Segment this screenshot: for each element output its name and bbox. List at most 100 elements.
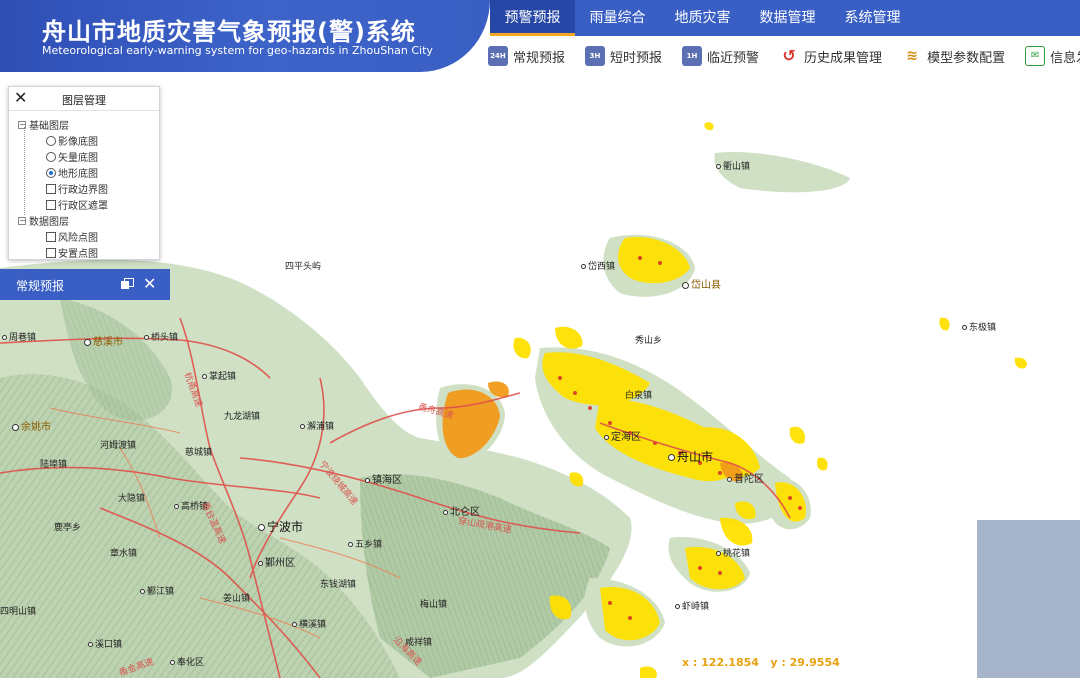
- radio-button[interactable]: [46, 135, 56, 146]
- tree-group-base[interactable]: − 基础图层: [18, 117, 69, 132]
- place-marker-icon: [675, 604, 680, 609]
- place-fenghua: 奉化区: [170, 655, 204, 668]
- place-cixi: 慈溪市: [84, 333, 123, 348]
- place-xiepu: 澥浦镇: [300, 419, 334, 432]
- place-yinzhou: 鄞州区: [258, 554, 295, 569]
- subnav-label: 临近预警: [707, 50, 760, 66]
- subnav-label: 模型参数配置: [927, 50, 1006, 66]
- place-marker-icon: [443, 509, 448, 515]
- place-zhenhai: 镇海区: [365, 471, 402, 486]
- restore-window-icon[interactable]: [121, 278, 134, 290]
- place-jiangshan: 姜山镇: [223, 594, 251, 604]
- app-title: 舟山市地质灾害气象预报(警)系统: [42, 18, 416, 46]
- model-config-icon: ≋: [902, 46, 923, 66]
- main-nav-background: [915, 0, 1080, 36]
- place-marker-icon: [2, 335, 7, 340]
- place-marker-icon: [727, 476, 732, 482]
- place-dinghai: 定海区: [604, 428, 641, 443]
- tab-data-management[interactable]: 数据管理: [745, 0, 830, 36]
- tab-system-management[interactable]: 系统管理: [830, 0, 915, 36]
- subnav-history-results[interactable]: ↺ 历史成果管理: [779, 40, 882, 72]
- place-zhoushan: 舟山市: [668, 448, 713, 465]
- place-sipingtoukou: 四平头屿: [285, 262, 322, 272]
- subnav-routine-forecast[interactable]: 24H 常规预报: [488, 40, 565, 72]
- place-qushan: 衢山镇: [716, 159, 750, 172]
- layer-option-admin-mask[interactable]: 行政区遮罩: [46, 197, 108, 212]
- collapse-icon[interactable]: −: [18, 216, 26, 225]
- layer-option-terrain[interactable]: 地形底图: [46, 165, 98, 180]
- place-cicheng: 慈城镇: [185, 448, 213, 458]
- 1h-clock-icon: 1H: [682, 46, 703, 66]
- 24h-clock-icon: 24H: [488, 46, 508, 66]
- subnav-short-term-forecast[interactable]: 3H 短时预报: [585, 40, 662, 72]
- checkbox[interactable]: [46, 183, 56, 194]
- place-dongji: 东极镇: [962, 320, 996, 333]
- place-marker-icon: [170, 660, 175, 665]
- place-zhangqi: 掌起镇: [202, 369, 236, 382]
- place-baiquan: 白泉镇: [625, 391, 653, 401]
- place-marker-icon: [365, 477, 370, 483]
- place-luting: 陆埠镇: [40, 460, 68, 470]
- subnav-info-send[interactable]: ✉ 信息发送: [1025, 40, 1080, 72]
- place-simingshan: 四明山镇: [0, 607, 37, 617]
- place-yinjiang: 鄞江镇: [140, 584, 174, 597]
- place-meishan: 梅山镇: [420, 600, 448, 610]
- place-taohua: 桃花镇: [716, 546, 750, 559]
- checkbox[interactable]: [46, 199, 56, 210]
- layer-option-risk-points[interactable]: 风险点图: [46, 229, 98, 244]
- routine-forecast-panel: 常规预报 ✕: [0, 269, 170, 300]
- place-hengxi: 横溪镇: [292, 617, 326, 630]
- 3h-clock-icon: 3H: [585, 46, 606, 66]
- place-dayin: 大隐镇: [118, 494, 146, 504]
- layer-panel-title: 图层管理: [62, 94, 106, 107]
- subnav-model-config[interactable]: ≋ 模型参数配置: [902, 40, 1005, 72]
- place-zhangshui: 章水镇: [110, 549, 138, 559]
- layer-manager-panel: ✕ 图层管理 − 基础图层 影像底图 矢量底图 地形底图 行政边界图 行政区遮罩: [8, 86, 160, 260]
- subnav-imminent-warning[interactable]: 1H 临近预警: [682, 40, 759, 72]
- sub-nav: 24H 常规预报 3H 短时预报 1H 临近预警 ↺ 历史成果管理 ≋ 模型参数…: [488, 40, 1080, 72]
- radio-button-selected[interactable]: [46, 167, 56, 178]
- header: 舟山市地质灾害气象预报(警)系统 Meteorological early-wa…: [0, 0, 1080, 78]
- county-marker-icon: [84, 338, 91, 346]
- layer-option-vector[interactable]: 矢量底图: [46, 149, 98, 164]
- tree-group-data[interactable]: − 数据图层: [18, 213, 69, 228]
- subnav-label: 短时预报: [610, 50, 663, 66]
- place-daishan: 岱山县: [682, 276, 721, 291]
- layer-option-admin-boundary[interactable]: 行政边界图: [46, 181, 108, 196]
- place-marker-icon: [140, 589, 145, 594]
- subnav-label: 信息发送: [1050, 50, 1080, 66]
- layer-option-shelter-points[interactable]: 安置点图: [46, 245, 98, 260]
- layer-option-imagery[interactable]: 影像底图: [46, 133, 98, 148]
- place-marker-icon: [258, 560, 263, 566]
- history-icon: ↺: [779, 46, 800, 66]
- place-marker-icon: [174, 504, 179, 509]
- map-canvas[interactable]: 衢山镇 岱西镇 岱山县 东极镇 秀山乡 白泉镇 定海区 舟山市 普陀区 桃花镇 …: [0, 78, 1080, 678]
- checkbox[interactable]: [46, 231, 56, 242]
- close-icon[interactable]: ✕: [143, 274, 156, 293]
- checkbox[interactable]: [46, 247, 56, 258]
- app-root: 舟山市地质灾害气象预报(警)系统 Meteorological early-wa…: [0, 0, 1080, 678]
- radio-button[interactable]: [46, 151, 56, 162]
- forecast-panel-title: 常规预报: [16, 279, 65, 293]
- tree-connector: [24, 127, 25, 215]
- place-marker-icon: [581, 264, 586, 269]
- county-marker-icon: [12, 423, 19, 431]
- city-marker-icon: [668, 454, 675, 461]
- collapse-icon[interactable]: −: [18, 120, 26, 129]
- place-daixi: 岱西镇: [581, 259, 615, 272]
- tab-warning-forecast[interactable]: 预警预报: [490, 0, 575, 36]
- place-marker-icon: [604, 434, 609, 440]
- place-xikou: 溪口镇: [88, 637, 122, 650]
- tab-rainfall[interactable]: 雨量综合: [575, 0, 660, 36]
- place-ningbo: 宁波市: [258, 518, 303, 535]
- info-send-icon: ✉: [1025, 46, 1046, 66]
- subnav-label: 常规预报: [513, 50, 566, 66]
- place-marker-icon: [348, 542, 353, 547]
- overview-map[interactable]: [977, 520, 1080, 678]
- tab-geo-hazard[interactable]: 地质灾害: [660, 0, 745, 36]
- place-dongqianhu: 东钱湖镇: [320, 580, 357, 590]
- place-qiaotou: 桥头镇: [144, 330, 178, 343]
- place-wuxiang: 五乡镇: [348, 537, 382, 550]
- place-putuo: 普陀区: [727, 470, 764, 485]
- county-marker-icon: [682, 281, 689, 289]
